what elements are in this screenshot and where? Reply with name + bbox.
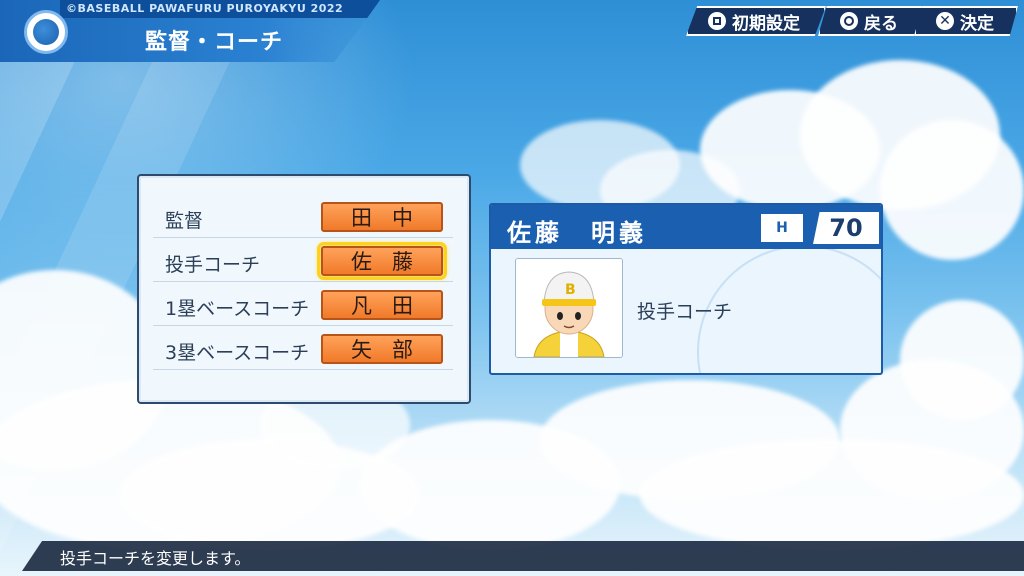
staff-role-label: 投手コーチ (165, 254, 261, 276)
detail-header: 佐藤 明義 H 70 (491, 205, 881, 249)
rating-badge: 70 (813, 212, 879, 244)
staff-list-panel: 監督 田中 投手コーチ 佐藤 1塁ベースコーチ 凡田 3塁ベースコーチ 矢部 (137, 174, 471, 404)
message-text: 投手コーチを変更します。 (60, 549, 251, 568)
confirm-button[interactable]: ✕ 決定 (914, 6, 1018, 36)
page-title: 監督・コーチ (145, 30, 284, 55)
coach-role: 投手コーチ (637, 301, 733, 323)
coach-portrait-icon: B (515, 258, 623, 358)
back-label: 戻る (864, 13, 898, 34)
baseball-logo-icon (24, 10, 68, 54)
reset-label: 初期設定 (732, 13, 800, 34)
staff-name-button[interactable]: 矢部 (321, 334, 443, 364)
staff-role-label: 監督 (165, 210, 204, 232)
cross-button-icon: ✕ (936, 12, 954, 30)
staff-role-label: 3塁ベースコーチ (165, 342, 310, 364)
staff-name-button-selected[interactable]: 佐藤 (317, 242, 447, 280)
reset-button[interactable]: 初期設定 (686, 6, 826, 36)
staff-name-button[interactable]: 凡田 (321, 290, 443, 320)
staff-row-first-base-coach: 1塁ベースコーチ 凡田 (153, 282, 453, 326)
staff-row-third-base-coach: 3塁ベースコーチ 矢部 (153, 326, 453, 370)
hand-badge: H (761, 214, 803, 242)
back-button[interactable]: 戻る (818, 6, 926, 36)
staff-row-pitching-coach: 投手コーチ 佐藤 (153, 238, 453, 282)
square-button-icon (708, 12, 726, 30)
staff-name-button[interactable]: 田中 (321, 202, 443, 232)
coach-detail-panel: 佐藤 明義 H 70 B 投手コーチ (489, 203, 883, 375)
staff-row-manager: 監督 田中 (153, 194, 453, 238)
coach-name: 佐藤 明義 (507, 219, 647, 247)
staff-role-label: 1塁ベースコーチ (165, 298, 310, 320)
brand-copyright: ©BASEBALL PAWAFURU PUROYAKYU 2022 (66, 2, 344, 15)
circle-button-icon (840, 12, 858, 30)
confirm-label: 決定 (960, 13, 994, 34)
svg-text:B: B (565, 282, 576, 298)
